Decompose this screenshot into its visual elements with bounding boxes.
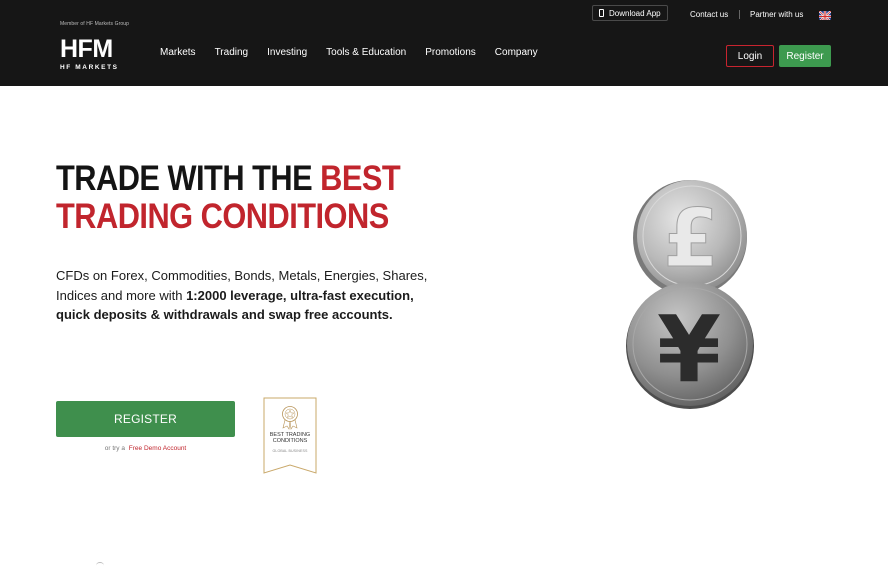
nav-promotions[interactable]: Promotions bbox=[425, 47, 476, 58]
contact-us-link[interactable]: Contact us bbox=[690, 10, 728, 19]
login-button[interactable]: Login bbox=[726, 45, 774, 67]
logo-mark: HFM bbox=[60, 35, 113, 63]
uk-flag-icon[interactable] bbox=[819, 9, 831, 20]
hfm-logo[interactable]: HFM HF MARKETS bbox=[60, 35, 128, 72]
nav-trading[interactable]: Trading bbox=[215, 47, 249, 58]
header-divider bbox=[739, 10, 740, 19]
hero-title-line2: TRADING CONDITIONS bbox=[56, 197, 389, 236]
nav-company[interactable]: Company bbox=[495, 47, 538, 58]
award-title: BEST TRADING CONDITIONS bbox=[269, 432, 311, 444]
download-app-button[interactable]: Download App bbox=[592, 5, 668, 21]
nav-markets[interactable]: Markets bbox=[160, 47, 196, 58]
partner-with-us-link[interactable]: Partner with us bbox=[750, 10, 803, 19]
download-app-label: Download App bbox=[609, 8, 661, 18]
pound-coin-icon: £ bbox=[633, 180, 747, 296]
svg-text:£: £ bbox=[663, 192, 719, 285]
nav-tools-education[interactable]: Tools & Education bbox=[326, 47, 406, 58]
top-header: Member of HF Markets Group HFM HF MARKET… bbox=[0, 0, 888, 86]
hero-description: CFDs on Forex, Commodities, Bonds, Metal… bbox=[56, 266, 436, 325]
hero-title-highlight: BEST bbox=[320, 159, 401, 198]
phone-icon bbox=[599, 9, 604, 17]
award-subtitle: GLOBAL BUSINESS bbox=[272, 449, 308, 453]
member-text: Member of HF Markets Group bbox=[60, 21, 130, 27]
nav-investing[interactable]: Investing bbox=[267, 47, 307, 58]
demo-account-line: or try a Free Demo Account bbox=[56, 445, 235, 452]
register-button[interactable]: Register bbox=[779, 45, 831, 67]
free-demo-account-link[interactable]: Free Demo Account bbox=[129, 445, 186, 452]
currency-coins-illustration: £ ¥ bbox=[626, 180, 754, 409]
register-cta-button[interactable]: REGISTER bbox=[56, 401, 235, 437]
hero-title-part1: TRADE WITH THE bbox=[56, 159, 321, 198]
yen-coin-icon: ¥ bbox=[626, 282, 754, 409]
hero-title: TRADE WITH THE BEST TRADING CONDITIONS bbox=[56, 160, 426, 236]
main-nav: Markets Trading Investing Tools & Educat… bbox=[160, 47, 557, 58]
svg-text:¥: ¥ bbox=[657, 296, 721, 403]
logo-subtitle: HF MARKETS bbox=[60, 64, 119, 71]
demo-prefix: or try a bbox=[104, 445, 125, 452]
